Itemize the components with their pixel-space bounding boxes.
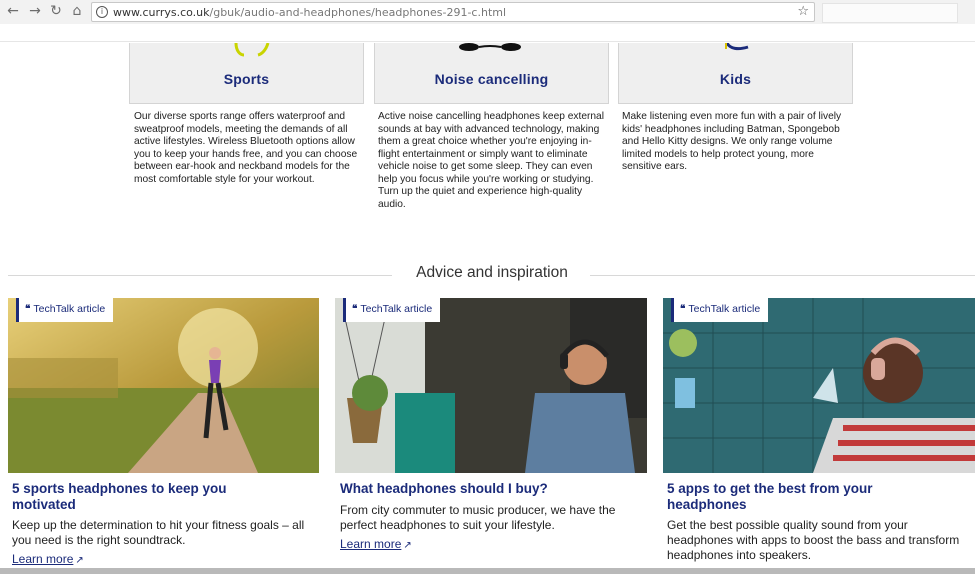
article-image-runner[interactable]: ❝ TechTalk article [8, 298, 319, 473]
url-domain: www.currys.co.uk [113, 6, 210, 19]
reload-icon[interactable]: ↻ [48, 3, 64, 19]
article-image-woman-headphones[interactable]: ❝ TechTalk article [663, 298, 975, 473]
external-link-icon: ↗ [403, 540, 412, 551]
category-card-kids[interactable]: Kids [618, 43, 853, 104]
category-description: Our diverse sports range offers waterpro… [134, 111, 358, 185]
learn-more-label: Learn more [340, 537, 402, 551]
article-title[interactable]: 5 sports headphones to keep you motivate… [12, 481, 292, 512]
techtalk-badge: ❝ TechTalk article [671, 298, 769, 322]
extension-area [822, 3, 958, 23]
browser-toolbar: ← → ↻ ⌂ i www.currys.co.uk/gbuk/audio-an… [0, 0, 975, 24]
divider-right [590, 275, 975, 276]
url-text[interactable]: www.currys.co.uk/gbuk/audio-and-headphon… [113, 6, 506, 19]
kids-headphones-image [725, 43, 749, 51]
category-card-sports[interactable]: Sports [129, 43, 364, 104]
back-arrow-icon[interactable]: ← [5, 3, 21, 19]
home-icon[interactable]: ⌂ [69, 3, 85, 19]
external-link-icon: ↗ [75, 555, 84, 566]
quote-icon: ❝ [352, 304, 358, 315]
learn-more-link[interactable]: Learn more ↗ [12, 552, 84, 566]
article-title[interactable]: 5 apps to get the best from your headpho… [667, 481, 947, 512]
bookmark-star-icon[interactable]: ☆ [797, 4, 809, 19]
page-top-strip [0, 24, 975, 42]
quote-icon: ❝ [680, 304, 686, 315]
sports-headphones-image [234, 43, 270, 57]
info-icon[interactable]: i [96, 6, 108, 18]
badge-label: TechTalk article [33, 303, 106, 315]
techtalk-badge: ❝ TechTalk article [343, 298, 441, 322]
learn-more-label: Learn more [12, 552, 74, 566]
article-description: Get the best possible quality sound from… [667, 518, 960, 562]
category-card-noise-cancelling[interactable]: Noise cancelling [374, 43, 609, 104]
category-description: Active noise cancelling headphones keep … [378, 111, 604, 210]
runner-photo [8, 298, 319, 473]
divider-left [8, 275, 392, 276]
category-title[interactable]: Kids [619, 71, 852, 87]
category-title[interactable]: Noise cancelling [375, 71, 608, 87]
article-description: From city commuter to music producer, we… [340, 503, 616, 532]
woman-headphones-photo [663, 298, 975, 473]
badge-label: TechTalk article [688, 303, 761, 315]
quote-icon: ❝ [25, 304, 31, 315]
section-heading: Advice and inspiration [416, 264, 568, 281]
url-path: /gbuk/audio-and-headphones/headphones-29… [209, 6, 507, 19]
category-description: Make listening even more fun with a pair… [622, 111, 842, 172]
article-description: Keep up the determination to hit your fi… [12, 518, 305, 547]
techtalk-badge: ❝ TechTalk article [16, 298, 114, 322]
category-title[interactable]: Sports [130, 71, 363, 87]
address-bar[interactable]: i www.currys.co.uk/gbuk/audio-and-headph… [91, 2, 815, 22]
badge-label: TechTalk article [360, 303, 433, 315]
learn-more-link[interactable]: Learn more ↗ [340, 537, 412, 551]
noise-cancelling-headphones-image [459, 43, 521, 51]
article-title[interactable]: What headphones should I buy? [340, 481, 640, 497]
man-headphones-photo [335, 298, 647, 473]
page-bottom-strip [0, 568, 975, 574]
article-image-man-headphones[interactable]: ❝ TechTalk article [335, 298, 647, 473]
forward-arrow-icon[interactable]: → [27, 3, 43, 19]
